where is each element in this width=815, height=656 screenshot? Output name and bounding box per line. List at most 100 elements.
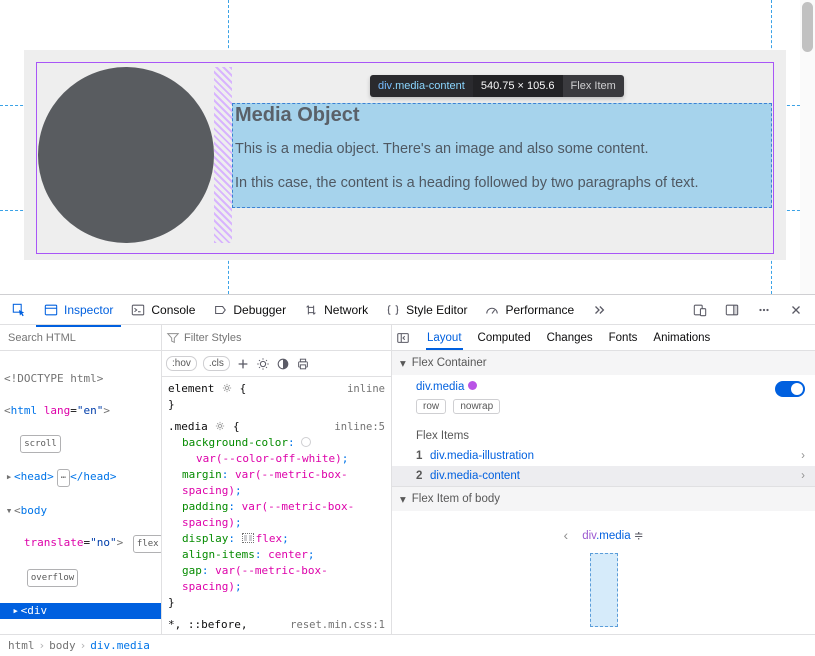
tab-fonts[interactable]: Fonts xyxy=(608,327,639,349)
gear-icon[interactable] xyxy=(214,420,226,432)
section-flex-item: ▾Flex Item of body ‹ div.media ≑ xyxy=(392,487,815,634)
filter-styles-input[interactable] xyxy=(184,332,387,344)
dom-tree[interactable]: <!DOCTYPE html> <html lang="en"> scroll … xyxy=(0,351,161,634)
devtools: Inspector Console Debugger Network Style… xyxy=(0,294,815,656)
crumb-html[interactable]: html xyxy=(8,639,35,652)
media-content: Media Object This is a media object. The… xyxy=(232,103,772,208)
layout-tabs: Layout Computed Changes Fonts Animations xyxy=(392,325,815,351)
scroll-badge[interactable]: scroll xyxy=(20,435,61,453)
diag-tag: div xyxy=(582,530,596,542)
media-heading: Media Object xyxy=(235,104,771,127)
media-illustration xyxy=(38,67,214,243)
overflow-badge[interactable]: overflow xyxy=(27,569,78,587)
light-icon[interactable] xyxy=(256,357,270,371)
responsive-mode-button[interactable] xyxy=(685,299,715,321)
debugger-icon xyxy=(213,303,227,317)
rendered-page: Media Object This is a media object. The… xyxy=(0,0,815,294)
overlay-color-swatch[interactable] xyxy=(468,381,477,390)
devtools-body: <!DOCTYPE html> <html lang="en"> scroll … xyxy=(0,325,815,634)
tab-performance[interactable]: Performance xyxy=(477,299,582,321)
layout-pane: Layout Computed Changes Fonts Animations… xyxy=(392,325,815,634)
flex-item-row[interactable]: 2 div.media-content › xyxy=(392,466,815,486)
ellipsis-badge[interactable]: ⋯ xyxy=(57,469,70,487)
console-icon xyxy=(131,303,145,317)
chevron-double-right-icon xyxy=(592,303,606,317)
flex-wrap-chip: nowrap xyxy=(453,399,500,414)
dom-search-input[interactable] xyxy=(8,332,150,344)
flex-badge[interactable]: flex xyxy=(133,535,161,553)
responsive-icon xyxy=(693,303,707,317)
tab-debugger[interactable]: Debugger xyxy=(205,299,294,321)
element-tooltip: div.media-content 540.75 × 105.6 Flex It… xyxy=(370,75,624,97)
flex-items-header: Flex Items xyxy=(392,422,815,446)
contrast-icon[interactable] xyxy=(276,357,290,371)
color-swatch[interactable] xyxy=(301,437,311,447)
flex-item-link[interactable]: div.media-illustration xyxy=(430,450,801,462)
style-editor-icon xyxy=(386,303,400,317)
css-rule[interactable]: reset.min.css:1 *, ::before, ::after { b… xyxy=(168,617,385,634)
chevron-left-icon[interactable]: ‹ xyxy=(564,527,569,543)
gear-icon[interactable] xyxy=(221,382,233,394)
inspector-icon xyxy=(44,303,58,317)
close-icon xyxy=(789,303,803,317)
tooltip-dimensions: 540.75 × 105.6 xyxy=(473,75,563,97)
flex-container-link[interactable]: div.media xyxy=(416,381,464,393)
sidebar-toggle-icon[interactable] xyxy=(396,331,410,345)
accordion-header[interactable]: ▾Flex Container xyxy=(392,351,815,375)
close-devtools-button[interactable] xyxy=(781,299,811,321)
more-tabs-button[interactable] xyxy=(584,299,614,321)
hov-toggle[interactable]: :hov xyxy=(166,356,197,371)
rules-toolbar xyxy=(162,325,391,351)
flex-item-diagram: ‹ div.media ≑ xyxy=(392,511,815,553)
tooltip-flex-role: Flex Item xyxy=(563,75,624,97)
tab-network[interactable]: Network xyxy=(296,299,376,321)
tab-computed[interactable]: Computed xyxy=(477,327,532,349)
tab-console[interactable]: Console xyxy=(123,299,203,321)
flex-swatch[interactable] xyxy=(242,533,254,543)
accordion-header[interactable]: ▾Flex Item of body xyxy=(392,487,815,511)
tab-animations[interactable]: Animations xyxy=(652,327,711,349)
diag-class[interactable]: .media xyxy=(596,530,631,542)
flex-direction-chip: row xyxy=(416,399,446,414)
network-icon xyxy=(304,303,318,317)
overlay-toggle[interactable] xyxy=(775,381,805,397)
cls-toggle[interactable]: .cls xyxy=(203,356,230,371)
tab-inspector[interactable]: Inspector xyxy=(36,299,121,321)
select-caret-icon[interactable]: ≑ xyxy=(634,530,644,542)
performance-icon xyxy=(485,303,499,317)
dock-icon xyxy=(725,303,739,317)
rules-toggle-bar: :hov .cls xyxy=(162,351,391,377)
page-scrollbar[interactable] xyxy=(800,0,815,294)
rules-pane: :hov .cls inline element {} inline:5 .me… xyxy=(162,325,392,634)
kebab-button[interactable] xyxy=(749,299,779,321)
rules-list[interactable]: inline element {} inline:5 .media { back… xyxy=(162,377,391,634)
crumb-body[interactable]: body xyxy=(49,639,76,652)
dom-search-bar xyxy=(0,325,161,351)
tooltip-selector: div.media-content xyxy=(370,75,473,97)
css-rule[interactable]: inline element {} xyxy=(168,381,385,413)
pick-element-button[interactable] xyxy=(4,299,34,321)
media-paragraph: In this case, the content is a heading f… xyxy=(235,175,771,191)
section-flex-container: ▾Flex Container div.media row nowrap Fle… xyxy=(392,351,815,487)
devtools-toolbar: Inspector Console Debugger Network Style… xyxy=(0,295,815,325)
breadcrumbs: html › body › div.media xyxy=(0,634,815,656)
print-icon[interactable] xyxy=(296,357,310,371)
page-scrollbar-thumb[interactable] xyxy=(802,2,813,52)
media-paragraph: This is a media object. There's an image… xyxy=(235,141,771,157)
dom-node-selected[interactable]: ▸<div xyxy=(0,603,161,619)
flex-item-link[interactable]: div.media-content xyxy=(430,470,801,482)
add-rule-icon[interactable] xyxy=(236,357,250,371)
css-rule[interactable]: inline:5 .media { background-color: var(… xyxy=(168,419,385,611)
dom-pane: <!DOCTYPE html> <html lang="en"> scroll … xyxy=(0,325,162,634)
flex-item-box xyxy=(392,553,815,634)
chevron-right-icon: › xyxy=(801,450,805,462)
placeholder-circle xyxy=(38,67,214,243)
chevron-right-icon: › xyxy=(801,470,805,482)
tab-changes[interactable]: Changes xyxy=(546,327,594,349)
flex-item-row[interactable]: 1 div.media-illustration › xyxy=(392,446,815,466)
tab-layout[interactable]: Layout xyxy=(426,327,463,349)
diagram-box xyxy=(590,553,618,627)
crumb-div-media[interactable]: div.media xyxy=(90,639,150,652)
tab-style-editor[interactable]: Style Editor xyxy=(378,299,475,321)
dock-mode-button[interactable] xyxy=(717,299,747,321)
